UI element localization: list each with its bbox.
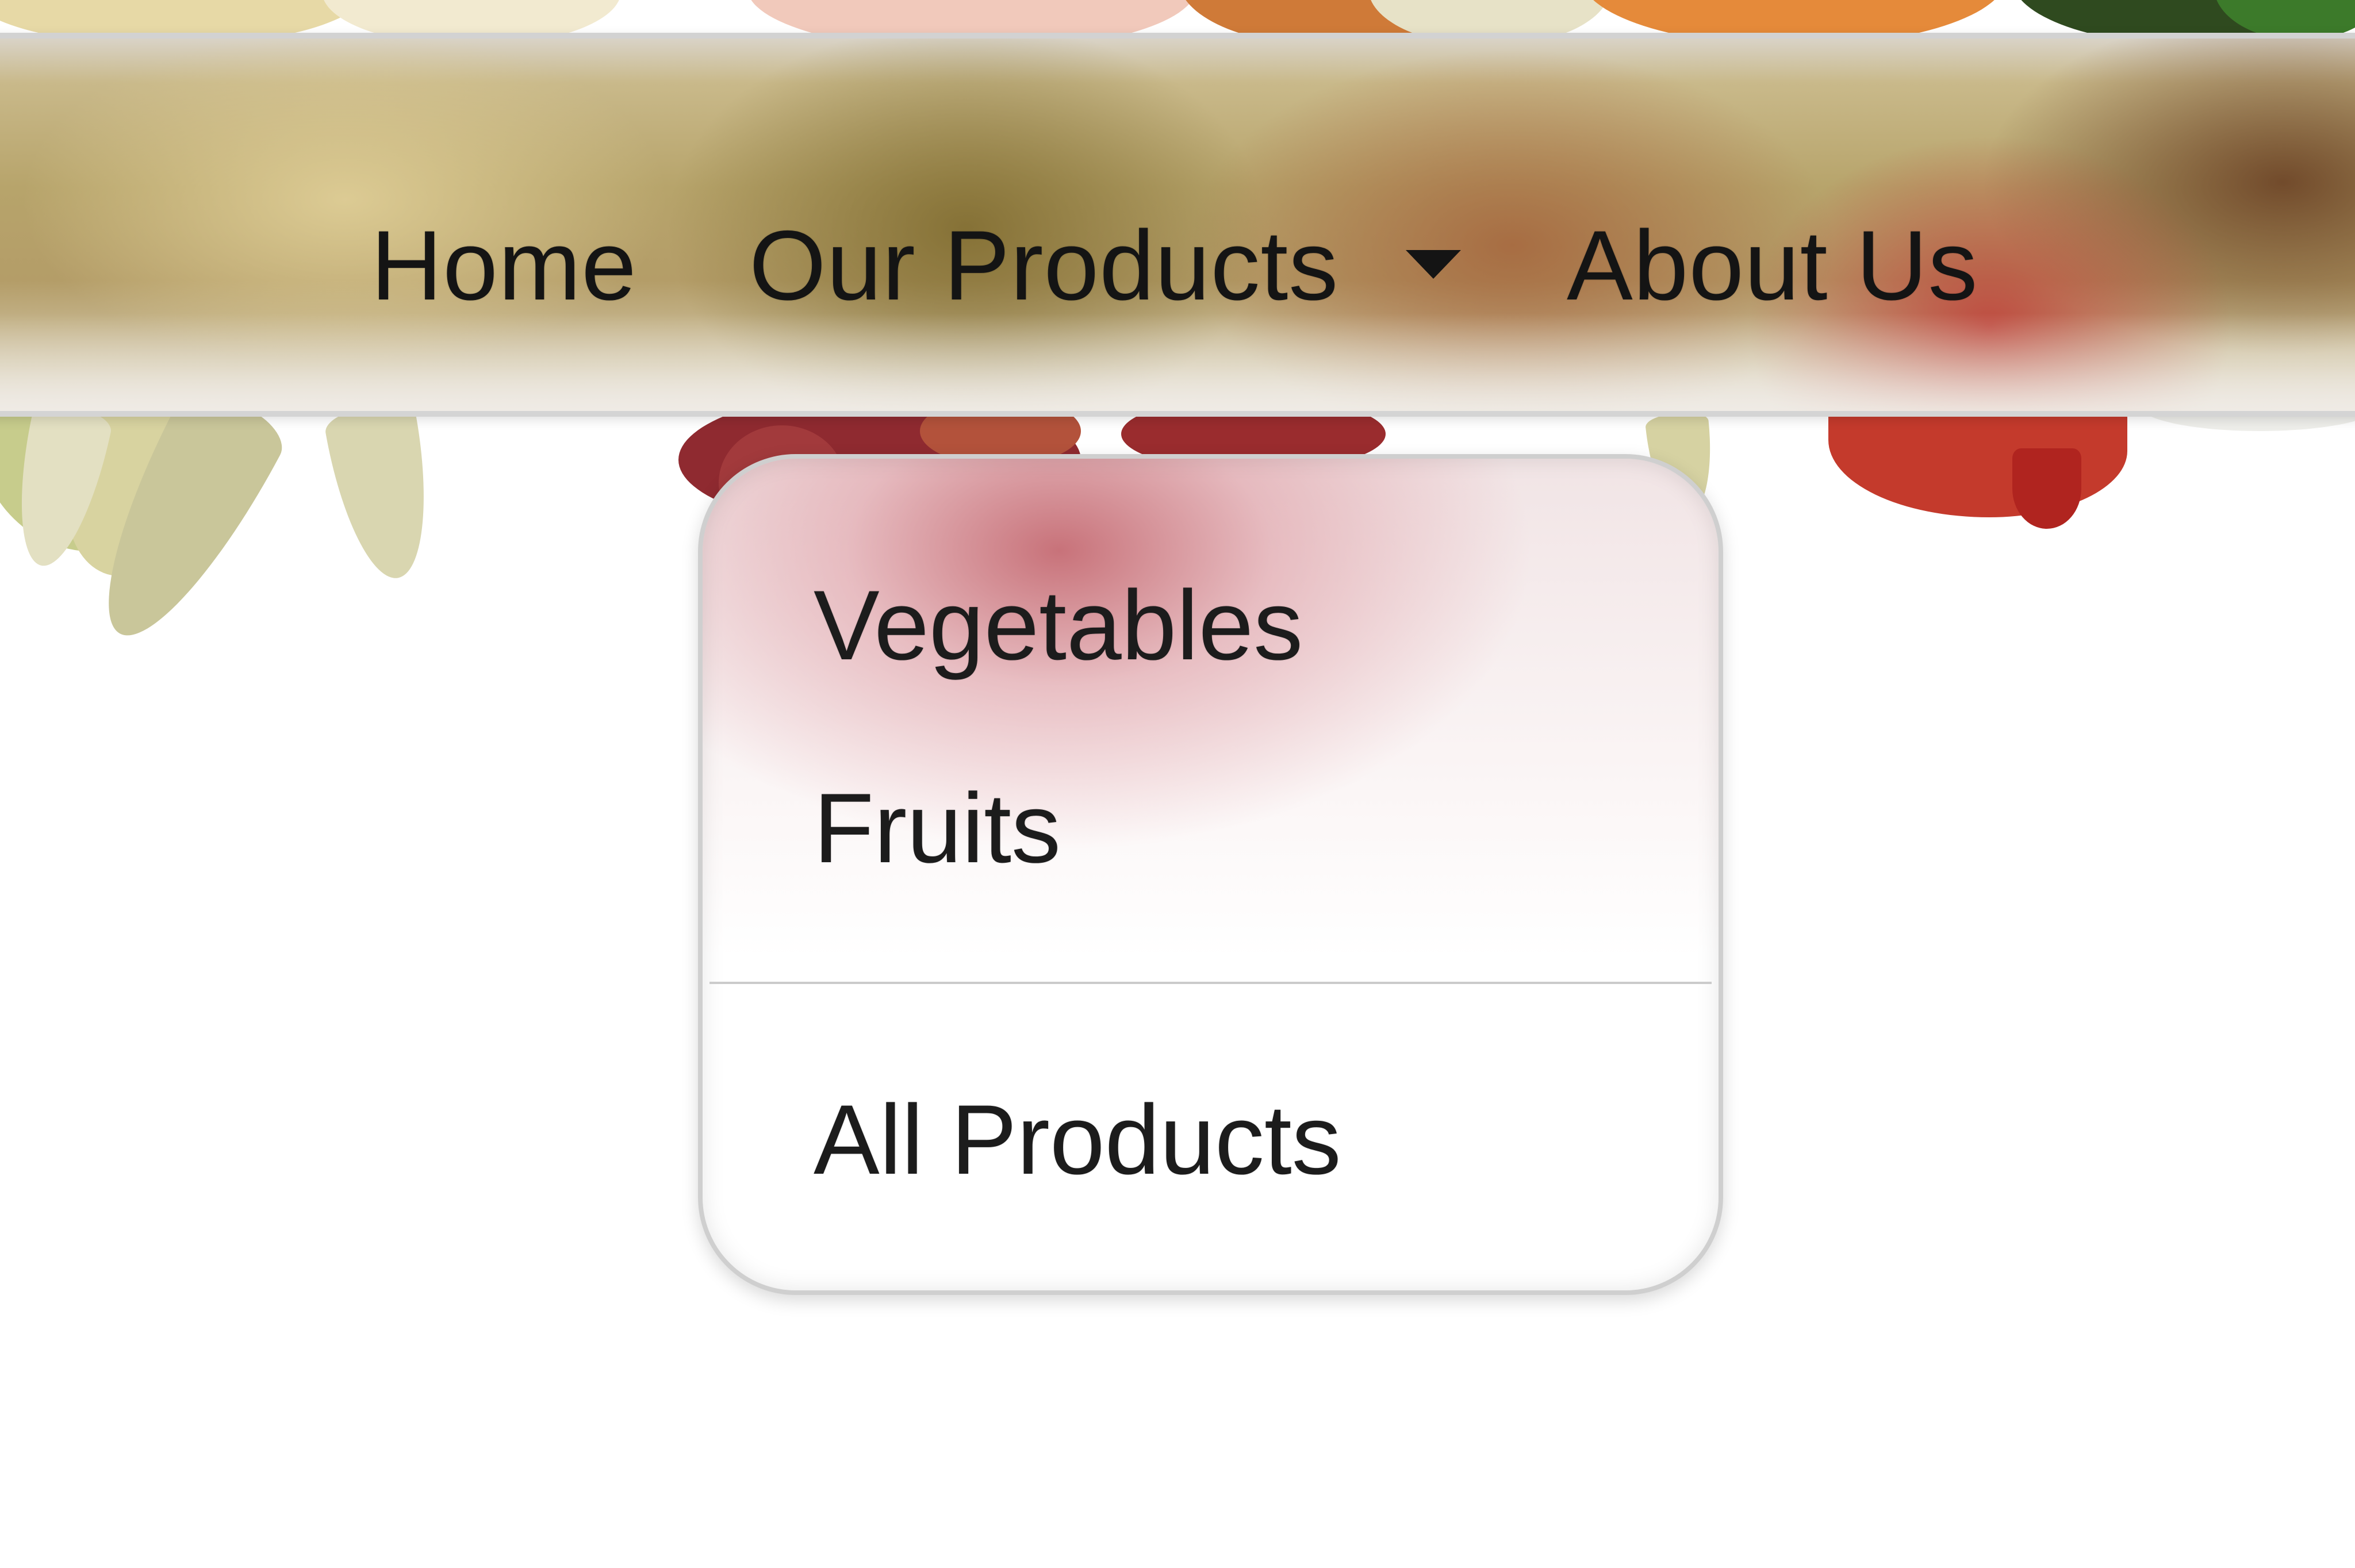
dropdown-item-fruits[interactable]: Fruits [814,774,1061,883]
navbar: Home Our Products About Us [0,33,2355,417]
caret-down-icon[interactable] [1406,250,1461,279]
dropdown-item-all-products[interactable]: All Products [814,1085,1341,1194]
dropdown-item-vegetables[interactable]: Vegetables [814,571,1303,680]
nav-link-our-products[interactable]: Our Products [749,211,1338,320]
products-dropdown-menu: Vegetables Fruits All Products [698,454,1723,1295]
nav-menu: Home Our Products About Us [0,39,2355,411]
dropdown-divider [709,982,1712,984]
nav-link-about-us[interactable]: About Us [1567,211,1978,320]
nav-link-home[interactable]: Home [371,211,637,320]
